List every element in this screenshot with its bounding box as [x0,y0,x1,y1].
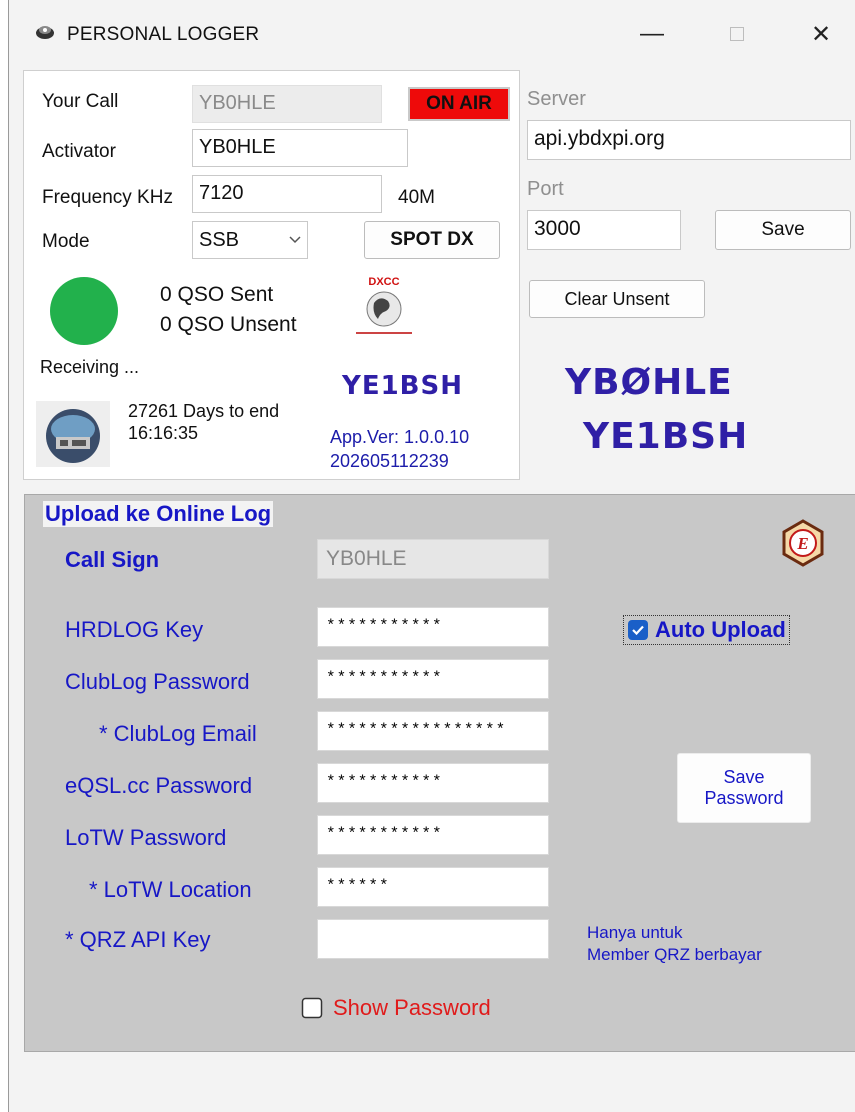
spot-dx-button[interactable]: SPOT DX [364,221,500,259]
qrz-api-key-label: * QRZ API Key [65,927,211,952]
qso-sent-count: 0 QSO Sent [160,283,274,306]
station-panel: Your Call YB0HLE ON AIR Activator YB0HLE… [23,70,520,480]
upload-panel: Upload ke Online Log E Call Sign YB0HLE … [24,494,855,1052]
app-logo-icon [36,26,54,39]
lotw-location-field[interactable]: ****** [317,867,549,907]
port-field[interactable]: 3000 [527,210,681,250]
hrdlog-key-field[interactable]: *********** [317,607,549,647]
brand-callsign-2: YE1BSH [583,416,749,457]
clublog-password-field[interactable]: *********** [317,659,549,699]
qrz-api-key-field[interactable] [317,919,549,959]
window-title: PERSONAL LOGGER [67,24,260,45]
app-version: App.Ver: 1.0.0.10 [330,427,470,447]
close-button[interactable]: ✕ [793,12,849,56]
call-sign-field[interactable]: YB0HLE [317,539,549,579]
close-icon: ✕ [810,20,832,48]
clublog-email-field[interactable]: ***************** [317,711,549,751]
org-emblem-icon: E [782,519,824,567]
days-to-end: 27261 Days to end [128,401,280,421]
call-sign-label: Call Sign [65,547,160,572]
chevron-down-icon [289,236,301,244]
checkbox-checked-icon [628,620,648,640]
show-password-checkbox[interactable]: Show Password [301,995,491,1021]
lotw-location-label: * LoTW Location [89,877,252,902]
build-number: 202605112239 [330,451,449,471]
brand-callsign-1: YBØHLE [565,362,733,403]
status-text: Receiving ... [40,357,140,377]
your-call-field[interactable]: YB0HLE [192,85,382,123]
activator-label: Activator [42,141,116,162]
dxcc-logo-icon: DXCC [356,276,412,334]
mode-label: Mode [42,231,90,252]
on-air-indicator: ON AIR [408,87,510,121]
maximize-icon [730,27,744,41]
lotw-password-label: LoTW Password [65,825,227,850]
your-call-label: Your Call [42,91,119,112]
save-password-button[interactable]: Save Password [677,753,811,823]
activator-field[interactable]: YB0HLE [192,129,408,167]
clock: 16:16:35 [128,423,199,443]
lotw-password-field[interactable]: *********** [317,815,549,855]
qrz-note-line-2: Member QRZ berbayar [587,945,762,964]
clear-unsent-button[interactable]: Clear Unsent [529,280,705,318]
save-server-button[interactable]: Save [715,210,851,250]
auto-upload-label: Auto Upload [655,617,786,642]
status-led [50,277,118,345]
server-label: Server [527,88,586,110]
show-password-label: Show Password [333,995,491,1020]
mode-value: SSB [199,228,240,251]
band-label: 40M [398,187,435,208]
clublog-email-label: * ClubLog Email [99,721,257,746]
auto-upload-checkbox[interactable]: Auto Upload [623,615,790,645]
title-bar: PERSONAL LOGGER — ✕ [9,0,855,68]
maximize-button[interactable] [709,12,765,56]
eqsl-password-field[interactable]: *********** [317,763,549,803]
mode-select[interactable]: SSB [192,221,308,259]
callsign-brand: YE1BSH [342,371,463,401]
upload-panel-title: Upload ke Online Log [43,501,274,527]
qso-unsent-count: 0 QSO Unsent [160,313,297,336]
save-password-line-2: Password [704,788,784,808]
port-label: Port [527,178,564,200]
eqsl-password-label: eQSL.cc Password [65,773,253,798]
minimize-button[interactable]: — [624,12,680,56]
dxcc-logo-text: DXCC [368,276,399,288]
clublog-password-label: ClubLog Password [65,669,250,694]
ham-station-logo-icon [36,401,110,467]
checkbox-unchecked-icon [301,997,323,1019]
frequency-label: Frequency KHz [42,187,173,208]
app-window: PERSONAL LOGGER — ✕ Your Call YB0HLE ON … [8,0,855,1112]
qrz-note-line-1: Hanya untuk [587,923,683,942]
frequency-field[interactable]: 7120 [192,175,382,213]
server-field[interactable]: api.ybdxpi.org [527,120,851,160]
svg-text:E: E [796,534,808,553]
hrdlog-label: HRDLOG Key [65,617,204,642]
save-password-line-1: Save [723,767,765,787]
minimize-icon: — [640,20,664,47]
